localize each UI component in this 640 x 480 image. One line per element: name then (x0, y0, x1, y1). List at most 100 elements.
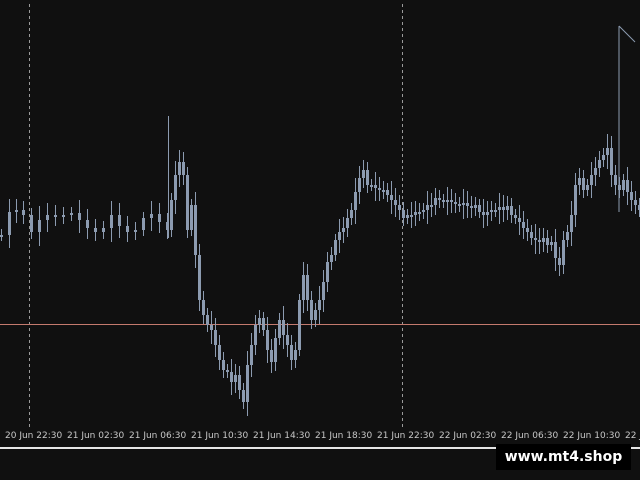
candle-body (370, 185, 373, 187)
candle-body (238, 375, 241, 390)
time-axis-label: 22 Jun 02:30 (439, 431, 497, 441)
time-axis-label: 21 Jun 14:30 (253, 431, 311, 441)
candle-body (446, 200, 449, 202)
candle-body (554, 242, 557, 258)
candle-body (602, 155, 605, 160)
time-axis-label: 21 Jun 10:30 (191, 431, 249, 441)
candle-body (350, 210, 353, 218)
candle-body (442, 200, 445, 202)
candle-body (62, 215, 65, 217)
candle-body (418, 212, 421, 214)
candle-body (610, 148, 613, 175)
candle-body (182, 162, 185, 175)
candle-body (434, 198, 437, 205)
price-chart[interactable] (0, 0, 640, 428)
candle-body (126, 226, 129, 232)
candle-body (0, 235, 3, 237)
candle-body (406, 215, 409, 218)
candle-body (346, 218, 349, 228)
candle-body (542, 238, 545, 242)
candle-body (262, 318, 265, 330)
candle-body (246, 365, 249, 402)
candle-body (218, 345, 221, 360)
candle-body (590, 175, 593, 185)
candle-body (490, 210, 493, 212)
candle-body (570, 215, 573, 232)
candle-body (626, 180, 629, 192)
candle-body (186, 175, 189, 230)
candle-body (526, 228, 529, 232)
candle-body (54, 215, 57, 217)
candle-body (474, 205, 477, 208)
candle-body (286, 335, 289, 345)
candle-body (206, 315, 209, 325)
candle-body (394, 200, 397, 205)
candle-body (314, 310, 317, 320)
candle-body (258, 318, 261, 325)
candle-body (110, 215, 113, 228)
candle-body (506, 206, 509, 210)
candle-body (274, 338, 277, 362)
candle-body (538, 240, 541, 242)
candle-body (594, 168, 597, 175)
candle-body (170, 200, 173, 230)
candle-body (478, 205, 481, 212)
candle-body (522, 222, 525, 228)
candle-body (250, 345, 253, 365)
candle-body (454, 202, 457, 204)
candle-body (254, 325, 257, 345)
candle-body (334, 240, 337, 255)
candle-body (422, 210, 425, 212)
candle-body (306, 275, 309, 300)
candle-body (222, 360, 225, 370)
candle-body (8, 212, 11, 235)
candle-body (310, 300, 313, 320)
candle-body (414, 212, 417, 215)
candle-body (118, 215, 121, 226)
candle-body (550, 242, 553, 245)
candle-body (174, 175, 177, 200)
candle-body (318, 300, 321, 310)
candle-body (330, 255, 333, 262)
candle-body (298, 300, 301, 350)
time-axis-label: 21 Jun 06:30 (129, 431, 187, 441)
candle-body (150, 214, 153, 218)
time-axis-label: 22 Jun 06:30 (501, 431, 559, 441)
candle-body (582, 178, 585, 190)
candle-body (450, 200, 453, 202)
candle-body (390, 195, 393, 200)
candle-body (22, 210, 25, 215)
candle-body (534, 238, 537, 240)
candle-body (402, 210, 405, 218)
candle-body (78, 213, 81, 220)
candle-body (410, 215, 413, 217)
candle-body (242, 390, 245, 402)
candle-body (386, 190, 389, 195)
candle-body (294, 350, 297, 360)
candle-body (398, 205, 401, 210)
candle-body (194, 205, 197, 255)
time-axis-label: 21 Jun 22:30 (377, 431, 435, 441)
candle-body (378, 188, 381, 190)
candle-body (358, 178, 361, 192)
chart-canvas[interactable] (0, 0, 640, 428)
candle-body (158, 214, 161, 222)
time-axis-label: 21 Jun 02:30 (67, 431, 125, 441)
candle-body (462, 203, 465, 205)
candle-body (498, 207, 501, 210)
candlestick-series (0, 116, 640, 416)
candle-body (614, 175, 617, 185)
candle-body (630, 192, 633, 200)
candle-body (430, 205, 433, 207)
candle-body (290, 345, 293, 360)
candle-body (278, 320, 281, 338)
watermark-badge[interactable]: www.mt4.shop (496, 444, 631, 470)
candle-body (466, 203, 469, 206)
candle-body (178, 162, 181, 175)
candle-body (562, 240, 565, 265)
candle-body (510, 206, 513, 215)
candle-body (426, 205, 429, 210)
candle-body (322, 282, 325, 300)
candle-body (282, 320, 285, 335)
candle-body (342, 228, 345, 232)
